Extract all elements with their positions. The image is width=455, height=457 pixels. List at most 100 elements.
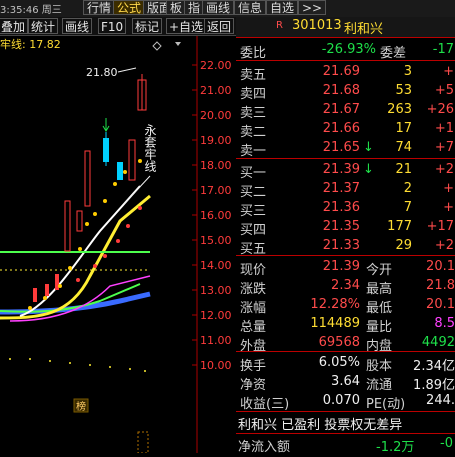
menu-indicator[interactable]: 指 xyxy=(184,0,205,15)
ask-row-change: +26 xyxy=(426,102,454,117)
bid-row-volume: 29 xyxy=(395,238,412,253)
stat2-row-label-2: 流通 xyxy=(366,378,393,393)
bid-row-price: 21.37 xyxy=(322,181,360,196)
bid-row-label: 买一 xyxy=(240,166,267,181)
bid-row-change: + xyxy=(443,200,454,215)
ask-row-price: 21.66 xyxy=(322,121,360,136)
bid-row-price: 21.39 xyxy=(322,162,360,177)
bid-row-change: + xyxy=(443,181,454,196)
stat2-row-value: 3.64 xyxy=(331,374,360,389)
bid-row-price: 21.35 xyxy=(322,219,360,234)
divider xyxy=(236,351,455,352)
menu-draw[interactable]: 画线 xyxy=(202,0,235,15)
stat2-row-label-2: 股本 xyxy=(366,359,393,374)
bid-row-volume: 21 xyxy=(395,162,412,177)
stat-row-value: 21.39 xyxy=(322,259,360,274)
ask-row-price: 21.69 xyxy=(322,64,360,79)
divider xyxy=(236,158,455,159)
ask-row-label: 卖一 xyxy=(240,144,267,159)
kline-chart[interactable]: 牢线: 17.82 22.00 21.00 20.00 19.00 18.00 17.00… xyxy=(0,36,236,454)
r-badge: R xyxy=(276,20,283,31)
menu-formula[interactable]: 公式 xyxy=(113,0,146,15)
weicha-label: 委差 xyxy=(380,46,407,61)
ask-row-label: 卖五 xyxy=(240,68,267,83)
ask-row-price: 21.68 xyxy=(322,83,360,98)
menu-quotes[interactable]: 行情 xyxy=(83,0,116,15)
top-menu-bar: 3:35:46 周三 行情 公式 版面 板 指 画线 信息 自选 >> xyxy=(0,0,455,18)
stat-row-label-2: 最高 xyxy=(366,282,393,297)
menu-watchlist[interactable]: 自选 xyxy=(266,0,299,15)
price-tick-label: 13.00 xyxy=(200,284,232,297)
stock-code: 301013 xyxy=(292,18,342,33)
webi-label: 委比 xyxy=(240,46,267,61)
stat-row-value: 2.34 xyxy=(331,278,360,293)
price-tick-label: 22.00 xyxy=(200,59,232,72)
mark-button[interactable]: 标记 xyxy=(132,18,163,34)
stat-row-label: 涨幅 xyxy=(240,301,267,316)
stat-row-label-2: 最低 xyxy=(366,301,393,316)
price-tick-label: 15.00 xyxy=(200,234,232,247)
bid-row-price: 21.33 xyxy=(322,238,360,253)
flow-label: 净流入额 xyxy=(238,440,291,455)
price-tick-label: 12.00 xyxy=(200,309,232,322)
price-tick-label: 21.00 xyxy=(200,84,232,97)
clock-text: 3:35:46 周三 xyxy=(0,5,62,16)
quote-header: R 301013 利和兴 xyxy=(236,17,455,38)
flow-value: -1.2万 xyxy=(376,440,415,455)
stat-row-value-2: 8.5 xyxy=(434,316,455,331)
ask-row-change: +5 xyxy=(434,83,454,98)
ask-row-volume: 3 xyxy=(403,64,412,79)
stat-row-label: 总量 xyxy=(240,320,267,335)
back-button[interactable]: 返回 xyxy=(204,18,235,34)
ask-row-price: 21.67 xyxy=(322,102,360,117)
add-watchlist-button[interactable]: +自选 xyxy=(166,18,207,34)
stat2-row-value-2: 244. xyxy=(426,393,455,408)
bid-row-volume: 2 xyxy=(403,181,412,196)
divider xyxy=(236,433,455,434)
stat-row-value: 69568 xyxy=(318,335,360,350)
stat-row-value-2: 20.1 xyxy=(426,259,455,274)
stat2-row-value-2: 1.89亿 xyxy=(413,378,455,393)
bid-row-change: +17 xyxy=(426,219,454,234)
ask-row-change: + xyxy=(443,64,454,79)
annotation-text: 永套牢线 xyxy=(143,124,157,172)
price-tick-label: 10.00 xyxy=(200,359,232,372)
bid-row-price: 21.36 xyxy=(322,200,360,215)
stat-row-label-2: 量比 xyxy=(366,320,393,335)
price-tick-label: 17.00 xyxy=(200,184,232,197)
stat-row-value-2: 20.1 xyxy=(426,297,455,312)
stat-row-label-2: 今开 xyxy=(366,263,393,278)
overlay-button[interactable]: 叠加 xyxy=(0,18,29,34)
price-tick-label: 19.00 xyxy=(200,134,232,147)
ask-row-volume: 17 xyxy=(395,121,412,136)
kline-svg: 牢线: 17.82 22.00 21.00 20.00 19.00 18.00 17.00… xyxy=(0,36,236,454)
price-tick-label: 20.00 xyxy=(200,109,232,122)
ask-row-change: +1 xyxy=(434,121,454,136)
price-tick-label: 11.00 xyxy=(200,334,232,347)
quote-panel: R 301013 利和兴 委比 -26.93% 委差 -17 卖五 21.69 3 +… xyxy=(236,17,455,455)
divider xyxy=(236,411,455,412)
weicha-value: -17 xyxy=(432,42,454,57)
bid-row-change: +2 xyxy=(434,162,454,177)
stats-button[interactable]: 统计 xyxy=(28,18,59,34)
price-tick-label: 18.00 xyxy=(200,159,232,172)
menu-more[interactable]: >> xyxy=(298,0,327,15)
price-tick-label: 16.00 xyxy=(200,209,232,222)
menu-board[interactable]: 板 xyxy=(166,0,187,15)
stat-row-value-2: 21.8 xyxy=(426,278,455,293)
f10-button[interactable]: F10 xyxy=(98,18,127,34)
bid-row-label: 买三 xyxy=(240,204,267,219)
price-tick-label: 14.00 xyxy=(200,259,232,272)
stat2-row-value: 0.070 xyxy=(322,393,360,408)
menu-info[interactable]: 信息 xyxy=(234,0,267,15)
ask-row-volume: 53 xyxy=(395,83,412,98)
ask-row-price: 21.65 xyxy=(322,140,360,155)
ask-row-change: +7 xyxy=(434,140,454,155)
bid-row-volume: 177 xyxy=(387,219,412,234)
stat2-row-value: 6.05% xyxy=(318,355,360,370)
draw-line-button[interactable]: 画线 xyxy=(62,18,93,34)
stat-row-value-2: 4492 xyxy=(421,335,455,350)
bottom-tag: 榜 xyxy=(76,400,86,413)
webi-value: -26.93% xyxy=(321,42,376,57)
stat-row-label: 涨跌 xyxy=(240,282,267,297)
